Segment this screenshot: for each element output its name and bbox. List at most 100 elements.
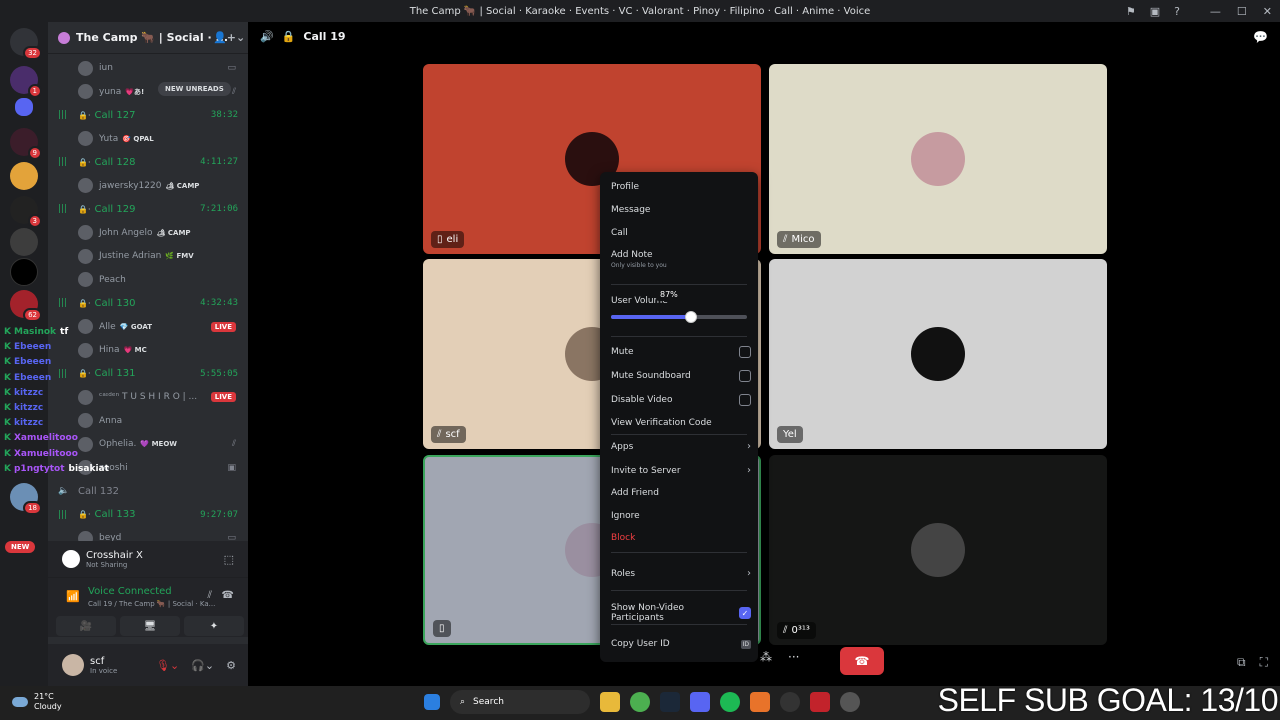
menu-item-profile[interactable]: Profile xyxy=(611,182,751,192)
menu-item-call[interactable]: Call xyxy=(611,228,751,238)
mic-muted-icon[interactable]: 🎙⌄ xyxy=(156,659,179,672)
menu-item-block[interactable]: Block xyxy=(611,533,751,543)
taskbar-search[interactable]: ⌕ Search xyxy=(450,690,590,714)
maximize-button[interactable]: ☐ xyxy=(1237,5,1247,18)
voice-user[interactable]: Justine Adrian 🌿 FMV xyxy=(48,246,248,266)
spotify-icon[interactable] xyxy=(720,692,740,712)
menu-item-ignore[interactable]: Ignore xyxy=(611,511,751,521)
mute-soundboard-checkbox[interactable] xyxy=(739,370,751,382)
voice-user[interactable]: Peach xyxy=(48,270,248,290)
stream-goal-overlay: SELF SUB GOAL: 13/10 xyxy=(937,682,1279,718)
chrome-icon[interactable] xyxy=(630,692,650,712)
volume-handle[interactable] xyxy=(685,311,698,323)
participant-tile[interactable]: ⫽ Mico xyxy=(769,64,1107,254)
server-icon[interactable] xyxy=(10,228,38,256)
menu-label: Invite to Server xyxy=(611,465,681,476)
chat-author: Xamuelitooo xyxy=(13,448,78,459)
menu-item-show-non-video[interactable]: Show Non-Video Participants ✓ xyxy=(611,603,751,623)
close-button[interactable]: ✕ xyxy=(1263,5,1272,18)
folder-icon[interactable] xyxy=(15,98,33,116)
kick-icon: K xyxy=(4,342,11,353)
voice-location[interactable]: Call 19 / The Camp 🐂 | Social · Ka... xyxy=(88,600,215,608)
activities-button[interactable]: ✦ xyxy=(184,616,244,636)
server-tag: 💎 GOAT xyxy=(119,322,153,331)
server-tag: 💗 MC xyxy=(123,346,147,354)
new-pill[interactable]: NEW xyxy=(5,541,36,553)
chat-bubble-icon[interactable]: 💬 xyxy=(1253,30,1268,44)
menu-item-roles[interactable]: Roles › xyxy=(611,568,751,579)
voice-channel[interactable]: ||| 🔒· Call 133 9:27:07 xyxy=(48,505,248,525)
camera-off-button[interactable]: 🎥 xyxy=(56,616,116,636)
menu-item-message[interactable]: Message xyxy=(611,205,751,215)
server-tag: 💜 MEOW xyxy=(140,440,177,448)
voice-user[interactable]: Yuta 🎯 QPAL xyxy=(48,129,248,149)
settings-gear-icon[interactable]: ⚙ xyxy=(226,659,236,672)
voice-channel[interactable]: 🔈 Call 132 xyxy=(48,481,248,501)
server-icon[interactable] xyxy=(10,258,38,286)
menu-item-disable-video[interactable]: Disable Video xyxy=(611,394,751,406)
server-icon[interactable]: 9 xyxy=(10,128,42,160)
server-icon[interactable]: 18 xyxy=(10,483,42,515)
voice-connected-title[interactable]: Voice Connected xyxy=(88,586,172,597)
windows-start-icon[interactable] xyxy=(424,694,440,710)
avatar[interactable] xyxy=(62,654,84,676)
obs-icon[interactable] xyxy=(780,692,800,712)
share-screen-icon[interactable]: ⬚ xyxy=(224,553,234,566)
activity-icon[interactable]: ⁂ xyxy=(760,650,772,664)
pizzeria-server-icon[interactable] xyxy=(10,162,38,190)
server-icon[interactable]: 62 xyxy=(10,290,42,322)
app-icon[interactable] xyxy=(750,692,770,712)
voice-channel[interactable]: ||| 🔒· Call 129 7:21:06 xyxy=(48,199,248,219)
help-icon[interactable]: ? xyxy=(1174,5,1180,18)
disconnect-icon[interactable]: ☎ xyxy=(222,590,234,601)
menu-item-view-verification[interactable]: View Verification Code xyxy=(611,418,751,428)
menu-item-add-note[interactable]: Add Note Only visible to you xyxy=(611,250,751,269)
minimize-button[interactable]: — xyxy=(1210,5,1221,18)
crosshair-icon xyxy=(62,550,80,568)
participant-tile[interactable]: ⫽ 0³¹³ xyxy=(769,455,1107,645)
new-unreads-pill[interactable]: NEW UNREADS xyxy=(158,82,231,96)
noise-suppression-icon[interactable]: ⫽ xyxy=(208,590,212,601)
inbox-icon[interactable]: ⚑ xyxy=(1126,5,1136,18)
voice-channel[interactable]: ||| 🔒· Call 130 4:32:43 xyxy=(48,293,248,313)
avatar xyxy=(78,131,93,146)
disable-video-checkbox[interactable] xyxy=(739,394,751,406)
steam-icon[interactable] xyxy=(660,692,680,712)
headphones-icon[interactable]: 🎧⌄ xyxy=(191,659,214,672)
voice-user[interactable]: jawersky1220 🏕 CAMP xyxy=(48,176,248,196)
voice-channel[interactable]: ||| 🔒· Call 128 4:11:27 xyxy=(48,152,248,172)
server-badge: 9 xyxy=(27,146,42,160)
menu-item-copy-user-id[interactable]: Copy User ID ID xyxy=(611,639,751,649)
server-tag: 🏕 CAMP xyxy=(165,181,200,190)
home-discord-icon[interactable]: 32 xyxy=(10,28,42,60)
server-icon[interactable]: 1 xyxy=(10,66,42,98)
screen-icon[interactable]: ▣ xyxy=(1150,5,1160,18)
mute-checkbox[interactable] xyxy=(739,346,751,358)
show-non-video-checkbox[interactable]: ✓ xyxy=(739,607,751,619)
participant-tile[interactable]: Yel xyxy=(769,259,1107,449)
app-icon[interactable] xyxy=(840,692,860,712)
screen-share-button[interactable]: 🖥 xyxy=(120,616,180,636)
server-icon[interactable]: 3 xyxy=(10,196,42,228)
more-icon[interactable]: ··· xyxy=(788,650,799,664)
voice-channel[interactable]: ||| 🔒· Call 127 38:32 xyxy=(48,105,248,125)
menu-item-mute[interactable]: Mute xyxy=(611,346,751,358)
server-header[interactable]: The Camp 🐂 | Social · ... ⌄ 👤+ xyxy=(48,22,248,54)
menu-item-mute-soundboard[interactable]: Mute Soundboard xyxy=(611,370,751,382)
menu-item-add-friend[interactable]: Add Friend xyxy=(611,488,751,498)
discord-icon[interactable] xyxy=(690,692,710,712)
voice-user[interactable]: John Angelo 🏕 CAMP xyxy=(48,223,248,243)
user-volume-slider[interactable] xyxy=(611,311,747,323)
weather-widget[interactable]: 21°C Cloudy xyxy=(12,692,62,712)
voice-user[interactable]: iun ▭ xyxy=(48,58,248,78)
menu-item-invite[interactable]: Invite to Server › xyxy=(611,465,751,476)
menu-item-apps[interactable]: Apps › xyxy=(611,441,751,452)
chat-message: K Xamuelitooo xyxy=(4,431,94,446)
end-call-button[interactable]: ☎ xyxy=(840,647,884,675)
signal-icon[interactable]: 📶 xyxy=(66,590,80,603)
add-member-icon[interactable]: 👤+ xyxy=(213,31,236,44)
fullscreen-icon[interactable]: ⛶ xyxy=(1260,655,1268,670)
popout-icon[interactable]: ⧉ xyxy=(1237,655,1246,670)
crosshair-app-icon[interactable] xyxy=(810,692,830,712)
file-explorer-icon[interactable] xyxy=(600,692,620,712)
